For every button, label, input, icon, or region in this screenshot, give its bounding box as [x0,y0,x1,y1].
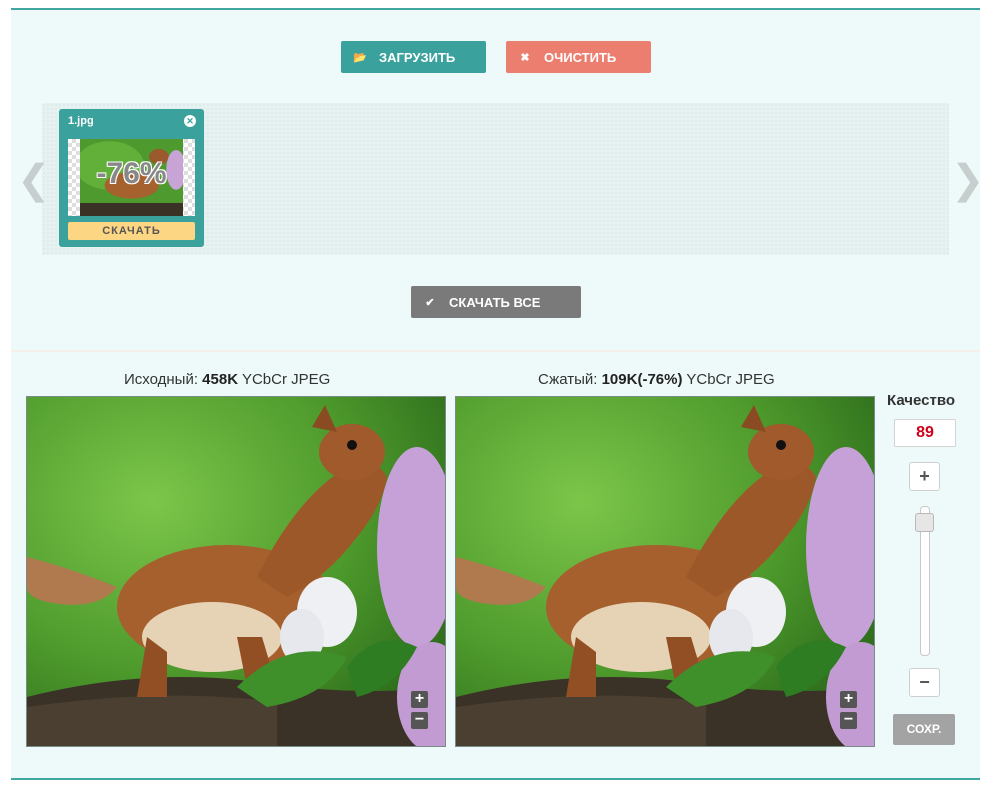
chevron-left-icon[interactable]: ❮ [17,160,51,200]
compressed-size: 109K(-76%) [601,371,683,388]
folder-open-icon: 📂 [353,51,367,64]
upload-button-label: ЗАГРУЗИТЬ [379,49,456,65]
zoom-in-button[interactable]: + [840,691,857,708]
compressed-label: Сжатый: [538,371,598,388]
original-format: YCbCr JPEG [241,371,331,388]
file-preview: -76% [68,139,195,216]
compressed-image-viewer[interactable]: + − [455,396,875,747]
file-card: 1.jpg ✕ -76% СКАЧАТЬ [59,109,204,247]
quality-increase-button[interactable]: + [909,462,940,491]
compressed-format: YCbCr JPEG [686,371,775,388]
download-all-button[interactable]: ✔ СКАЧАТЬ ВСЕ [411,286,581,318]
upload-area: 📂 ЗАГРУЗИТЬ ✖ ОЧИСТИТЬ ❮ ❯ 1.jpg ✕ -76% … [11,10,985,350]
save-button[interactable]: СОХР. [893,714,955,745]
zoom-in-button[interactable]: + [411,691,428,708]
download-button[interactable]: СКАЧАТЬ [68,222,195,240]
zoom-out-button[interactable]: − [411,712,428,729]
compressed-caption: Сжатый: 109K(-76%) YCbCr JPEG [538,371,775,388]
original-image-viewer[interactable]: + − [26,396,446,747]
squirrel-image-original [27,397,445,746]
squirrel-image-compressed [456,397,874,746]
original-size: 458K [202,371,239,388]
quality-decrease-button[interactable]: − [909,668,940,697]
original-caption: Исходный: 458K YCbCr JPEG [124,371,330,388]
clear-button[interactable]: ✖ ОЧИСТИТЬ [506,41,651,73]
zoom-out-button[interactable]: − [840,712,857,729]
divider [11,350,980,352]
app-frame: 📂 ЗАГРУЗИТЬ ✖ ОЧИСТИТЬ ❮ ❯ 1.jpg ✕ -76% … [11,8,985,780]
chevron-right-icon[interactable]: ❯ [951,160,985,200]
quality-input[interactable]: 89 [894,419,956,447]
clear-button-label: ОЧИСТИТЬ [544,49,617,65]
quality-slider-handle[interactable] [915,513,934,532]
check-icon: ✔ [425,296,435,309]
quality-title: Качество [887,392,956,409]
remove-file-icon[interactable]: ✕ [184,115,196,127]
download-all-label: СКАЧАТЬ ВСЕ [449,294,541,310]
close-icon: ✖ [520,51,530,64]
upload-button[interactable]: 📂 ЗАГРУЗИТЬ [341,41,486,73]
file-name: 1.jpg [68,115,94,127]
reduction-badge: -76% [96,157,167,190]
original-label: Исходный: [124,371,198,388]
